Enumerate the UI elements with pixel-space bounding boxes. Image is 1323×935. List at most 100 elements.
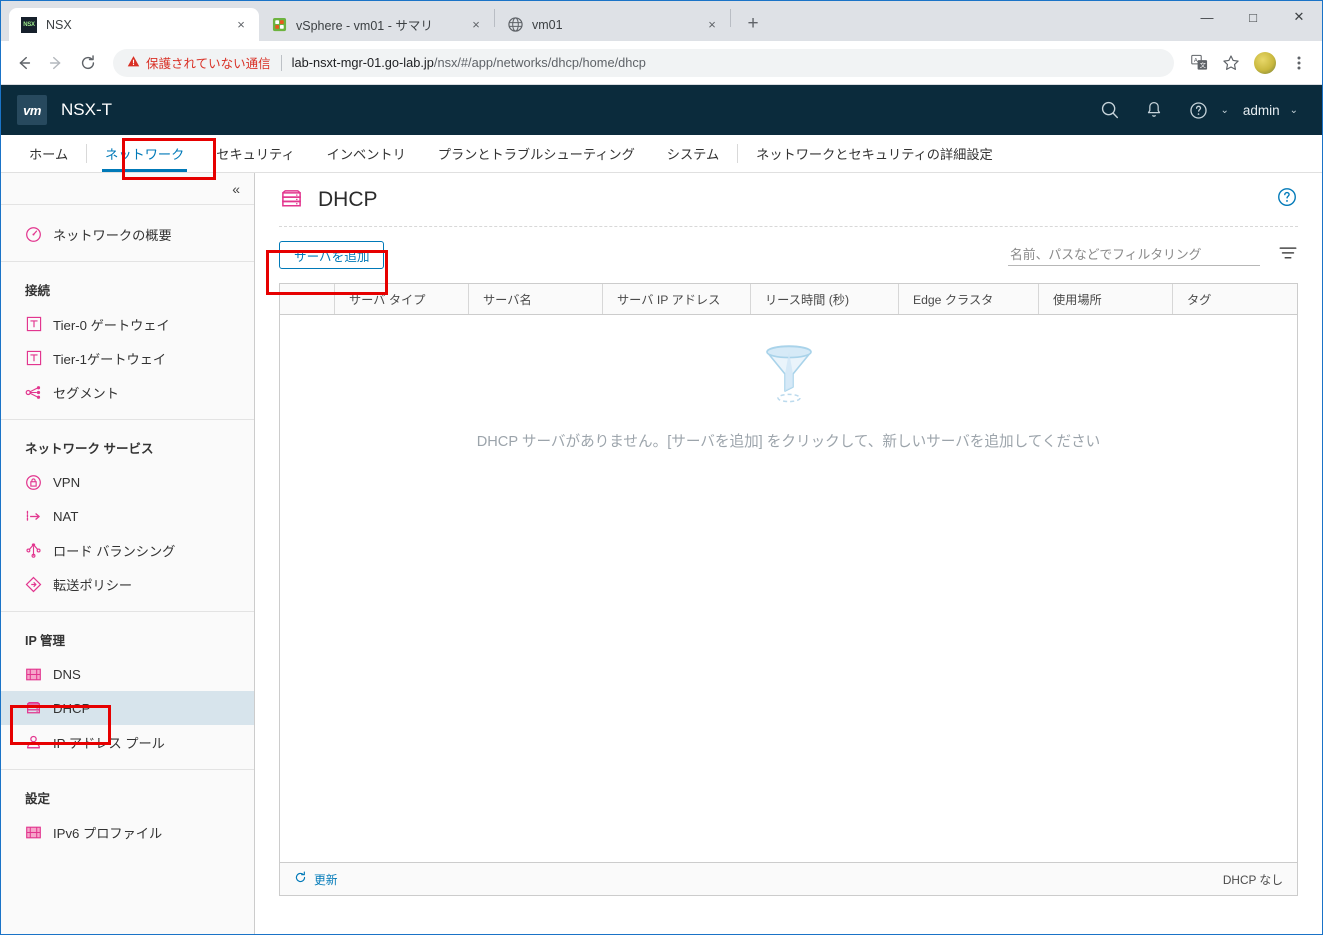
tab-divider <box>86 144 88 163</box>
browser-tab-vm01[interactable]: vm01 × <box>495 8 730 41</box>
tab-inventory[interactable]: インベントリ <box>311 135 422 172</box>
empty-state-message: DHCP サーバがありません。[サーバを追加] をクリックして、新しいサーバを追… <box>476 434 1101 450</box>
sidebar-item-nat[interactable]: NAT <box>1 499 254 533</box>
sidebar-item-label: DNS <box>53 666 81 682</box>
sidebar-item-tier0-gateway[interactable]: Tier-0 ゲートウェイ <box>1 307 254 341</box>
page-title: DHCP <box>318 187 378 211</box>
sidebar-item-label: Tier-0 ゲートウェイ <box>53 317 170 333</box>
window-close-icon[interactable]: ✕ <box>1276 1 1322 33</box>
sidebar-item-tier1-gateway[interactable]: Tier-1ゲートウェイ <box>1 341 254 375</box>
action-toolbar: サーバを追加 <box>279 227 1298 283</box>
filter-input[interactable] <box>1008 244 1260 266</box>
sidebar-group-settings: 設定 IPv6 プロファイル <box>1 770 254 859</box>
sidebar-item-dns[interactable]: DNS <box>1 657 254 691</box>
column-header-edge-cluster[interactable]: Edge クラスタ <box>898 284 1038 314</box>
tab-plan-troubleshoot[interactable]: プランとトラブルシューティング <box>422 135 651 172</box>
sidebar-item-label: セグメント <box>53 385 119 401</box>
browser-tab-title: NSX <box>46 17 72 32</box>
browser-tab-nsx[interactable]: NSX NSX × <box>9 8 259 41</box>
column-header-server-type[interactable]: サーバ タイプ <box>334 284 468 314</box>
sidebar-group-title: IP 管理 <box>25 634 66 648</box>
svg-text:文: 文 <box>1199 62 1205 70</box>
forwarding-policy-icon <box>25 576 42 593</box>
column-header-tags[interactable]: タグ <box>1172 284 1297 314</box>
address-bar[interactable]: 保護されていない通信 lab-nsxt-mgr-01.go-lab.jp/nsx… <box>113 48 1174 77</box>
dns-icon <box>25 666 42 683</box>
translate-icon[interactable]: A 文 <box>1184 48 1214 78</box>
tab-divider <box>737 144 739 163</box>
sidebar-item-network-overview[interactable]: ネットワークの概要 <box>1 217 254 251</box>
sidebar-item-label: IP アドレス プール <box>53 735 165 751</box>
sidebar-group-ip-management: IP 管理 DNS DHCP IP アドレス プール <box>1 612 254 770</box>
sidebar-item-ipv6-profiles[interactable]: IPv6 プロファイル <box>1 815 254 849</box>
forward-icon <box>41 48 71 78</box>
tab-system[interactable]: システム <box>651 135 735 172</box>
tab-home[interactable]: ホーム <box>13 135 84 172</box>
sidebar-group-overview: ネットワークの概要 <box>1 205 254 262</box>
tab-security[interactable]: セキュリティ <box>200 135 310 172</box>
sidebar-item-label: VPN <box>53 474 81 490</box>
product-name: NSX-T <box>61 100 112 119</box>
more-menu-icon[interactable] <box>1284 48 1314 78</box>
record-count-label: DHCP なし <box>1222 872 1283 887</box>
column-header-used-location[interactable]: 使用場所 <box>1038 284 1172 314</box>
help-icon[interactable] <box>1176 85 1220 135</box>
sidebar-collapse-row: « <box>1 173 254 205</box>
sidebar-item-segments[interactable]: セグメント <box>1 375 254 409</box>
back-icon[interactable] <box>9 48 39 78</box>
warning-triangle-icon <box>127 55 140 71</box>
search-icon[interactable] <box>1088 85 1132 135</box>
avatar[interactable] <box>1254 51 1276 74</box>
reload-icon[interactable] <box>73 48 103 78</box>
load-balancing-icon <box>25 542 42 559</box>
sidebar-item-forwarding-policy[interactable]: 転送ポリシー <box>1 567 254 601</box>
sidebar-item-dhcp[interactable]: DHCP <box>1 691 254 725</box>
app-body: « ネットワークの概要 接続 Tier-0 ゲートウェイ Tier-1ゲートウェ… <box>1 173 1322 934</box>
dhcp-icon <box>25 700 42 717</box>
sidebar-item-load-balancing[interactable]: ロード バランシング <box>1 533 254 567</box>
bell-icon[interactable] <box>1132 85 1176 135</box>
column-header-server-name[interactable]: サーバ名 <box>468 284 602 314</box>
tab-divider <box>730 8 731 27</box>
add-server-button[interactable]: サーバを追加 <box>279 241 385 269</box>
maximize-icon[interactable]: □ <box>1230 1 1276 33</box>
collapse-sidebar-icon[interactable]: « <box>232 182 240 196</box>
filter-area <box>1008 243 1298 268</box>
tab-advanced-networking-security[interactable]: ネットワークとセキュリティの詳細設定 <box>740 135 1009 172</box>
close-icon[interactable]: × <box>704 17 720 33</box>
filter-icon[interactable] <box>1278 243 1298 268</box>
nsx-nav-tabs: ホーム ネットワーク セキュリティ インベントリ プランとトラブルシューティング… <box>1 135 1322 173</box>
sidebar-item-label: 転送ポリシー <box>53 577 133 593</box>
chevron-down-icon[interactable]: ⌄ <box>1220 105 1228 116</box>
sidebar-item-ip-address-pool[interactable]: IP アドレス プール <box>1 725 254 759</box>
sidebar-item-vpn[interactable]: VPN <box>1 465 254 499</box>
sidebar-group-title: 接続 <box>25 284 51 298</box>
main-content: DHCP サーバを追加 名前、パスなどでフィルタリング サーバ タイプ サーバ名… <box>255 173 1322 934</box>
toolbar-right: A 文 <box>1184 48 1314 78</box>
refresh-icon <box>294 871 307 887</box>
minimize-icon[interactable]: — <box>1184 1 1230 33</box>
vmware-logo: vm <box>17 95 47 125</box>
user-menu-label[interactable]: admin <box>1229 103 1290 118</box>
browser-tabstrip: NSX NSX × vSphere - vm01 - サマリ × vm01 × … <box>1 1 1322 41</box>
omnibox-divider <box>280 54 282 71</box>
svg-text:A: A <box>1193 58 1197 64</box>
dhcp-server-icon <box>279 187 304 212</box>
nsx-favicon: NSX <box>21 16 37 33</box>
close-icon[interactable]: × <box>468 17 484 33</box>
bookmark-star-icon[interactable] <box>1216 48 1246 78</box>
column-header-server-ip-address[interactable]: サーバ IP アドレス <box>602 284 750 314</box>
help-circle-icon[interactable] <box>1276 186 1298 213</box>
globe-favicon <box>507 17 523 33</box>
empty-funnel-icon <box>757 343 821 410</box>
tab-networking[interactable]: ネットワーク <box>89 135 200 172</box>
close-icon[interactable]: × <box>233 17 249 33</box>
sidebar-item-label: IPv6 プロファイル <box>53 825 163 841</box>
column-header-lease-time[interactable]: リース時間 (秒) <box>750 284 898 314</box>
new-tab-button[interactable]: + <box>739 10 767 38</box>
browser-tab-vsphere[interactable]: vSphere - vm01 - サマリ × <box>259 8 494 41</box>
network-overview-icon <box>25 226 42 243</box>
user-chevron-down-icon[interactable]: ⌄ <box>1290 105 1298 116</box>
browser-toolbar: 保護されていない通信 lab-nsxt-mgr-01.go-lab.jp/nsx… <box>1 41 1322 85</box>
refresh-button[interactable]: 更新 <box>294 871 338 888</box>
